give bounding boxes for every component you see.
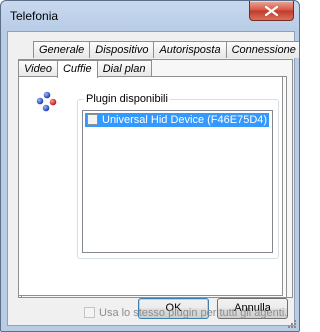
plugin-group-label: Plugin disponibili [84, 93, 170, 105]
plugin-list-item[interactable]: Universal Hid Device (F46E75D4) [85, 113, 269, 127]
tab-cuffie[interactable]: Cuffie [56, 60, 98, 78]
resize-grip-icon[interactable] [287, 319, 297, 329]
plugin-dots-icon [36, 91, 57, 112]
plugin-item-label: Universal Hid Device (F46E75D4) [102, 114, 268, 126]
dialog-window: Telefonia Generale Dispositivo Autorispo… [0, 0, 300, 332]
tab-connessione[interactable]: Connessione [225, 41, 299, 58]
window-title: Telefonia [10, 9, 59, 23]
tab-panel-cuffie: Plugin disponibili Universal Hid Device … [18, 76, 287, 319]
tab-autorisposta[interactable]: Autorisposta [153, 41, 227, 58]
tab-row-back: Generale Dispositivo Autorisposta Connes… [33, 41, 299, 58]
dialog-client: Generale Dispositivo Autorisposta Connes… [7, 31, 299, 326]
plugin-item-checkbox[interactable] [87, 114, 98, 125]
tab-video[interactable]: Video [18, 60, 58, 77]
tab-dispositivo[interactable]: Dispositivo [89, 41, 155, 58]
tab-dial-plan[interactable]: Dial plan [96, 60, 152, 77]
same-plugin-label: Usa lo stesso plugin per tutti gli agent… [99, 307, 288, 319]
close-icon [265, 6, 278, 16]
tab-row-front: Video Cuffie Dial plan [18, 60, 152, 78]
title-bar[interactable]: Telefonia [1, 1, 299, 31]
close-button[interactable] [249, 1, 294, 21]
plugin-list[interactable]: Universal Hid Device (F46E75D4) [82, 110, 273, 253]
same-plugin-checkbox[interactable] [84, 307, 95, 318]
tab-generale[interactable]: Generale [33, 41, 91, 58]
same-plugin-option[interactable]: Usa lo stesso plugin per tutti gli agent… [84, 307, 287, 319]
